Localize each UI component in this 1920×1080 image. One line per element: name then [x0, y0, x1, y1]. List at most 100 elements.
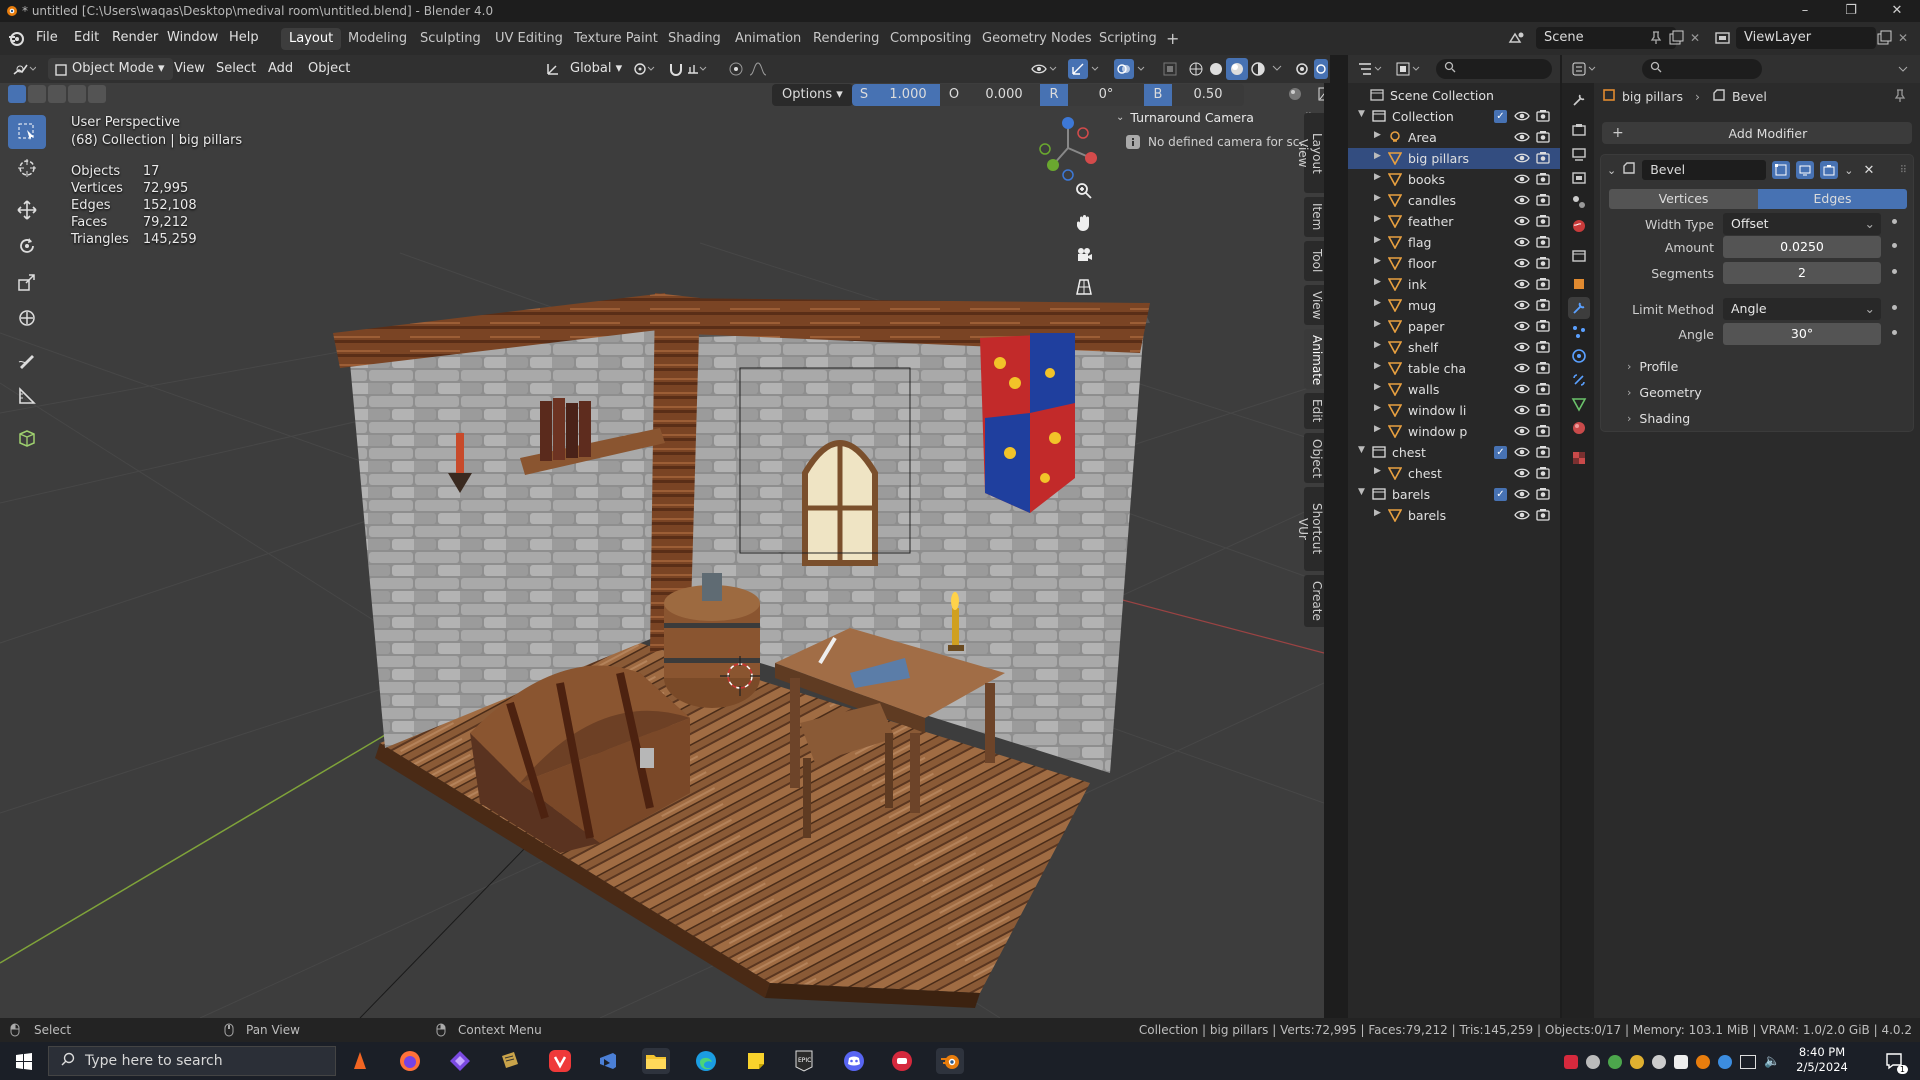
file-explorer-icon[interactable] — [642, 1048, 670, 1074]
outliner-object-row[interactable]: ▶ big pillars — [1348, 148, 1560, 169]
expand-right-icon[interactable]: ▶ — [1374, 130, 1381, 140]
cone-app-icon[interactable] — [346, 1048, 374, 1074]
tab-modeling[interactable]: Modeling — [340, 28, 415, 50]
shading-rendered-icon[interactable] — [1250, 61, 1266, 77]
outliner-object-row[interactable]: ▶ feather — [1348, 211, 1560, 232]
tray-blue-icon[interactable] — [1718, 1054, 1732, 1069]
outliner-object-row[interactable]: ▶ candles — [1348, 190, 1560, 211]
visibility-eye-icon[interactable] — [1514, 298, 1530, 315]
world-tab-icon[interactable] — [1568, 215, 1590, 237]
affect-edges-button[interactable]: Edges — [1758, 189, 1907, 209]
tab-compositing[interactable]: Compositing — [882, 28, 980, 50]
render-camera-icon[interactable] — [1536, 445, 1550, 462]
render-toggle-icon[interactable] — [1820, 161, 1839, 179]
shading-wireframe-icon[interactable] — [1188, 61, 1204, 77]
close-window-button[interactable]: ✕ — [1874, 0, 1920, 22]
physics-tab-icon[interactable] — [1568, 345, 1590, 367]
snap-icon[interactable] — [668, 61, 708, 77]
render-camera-icon[interactable] — [1536, 361, 1550, 378]
render-camera-icon[interactable] — [1536, 277, 1550, 294]
proportional-edit-icon[interactable] — [728, 61, 776, 77]
expand-right-icon[interactable]: ▶ — [1374, 298, 1381, 308]
render-camera-icon[interactable] — [1536, 235, 1550, 252]
particles-tab-icon[interactable] — [1568, 321, 1590, 343]
expand-right-icon[interactable]: ▶ — [1374, 361, 1381, 371]
viewport-render-icon[interactable] — [1314, 59, 1328, 79]
visibility-eye-icon[interactable] — [1514, 172, 1530, 189]
object-tab-icon[interactable] — [1568, 273, 1590, 295]
bevel-field[interactable]: 0.50 — [1172, 84, 1244, 106]
tool-tab-icon[interactable] — [1568, 89, 1590, 111]
render-camera-icon[interactable] — [1536, 487, 1550, 504]
modifiers-tab-icon[interactable] — [1568, 297, 1590, 319]
render-camera-icon[interactable] — [1536, 319, 1550, 336]
render-camera-icon[interactable] — [1536, 109, 1550, 126]
visibility-icon[interactable] — [1030, 61, 1060, 77]
visibility-eye-icon[interactable] — [1514, 382, 1530, 399]
pivot-point-icon[interactable] — [632, 61, 656, 77]
tray-app-icon[interactable] — [1674, 1054, 1688, 1069]
tab-geometry-nodes[interactable]: Geometry Nodes — [974, 28, 1100, 50]
render-camera-icon[interactable] — [1536, 298, 1550, 315]
expand-down-icon[interactable]: ▼ — [1358, 109, 1365, 119]
add-workspace-button[interactable]: + — [1158, 28, 1187, 50]
visibility-eye-icon[interactable] — [1514, 466, 1530, 483]
collapse-chevron-icon[interactable]: ⌄ — [1607, 164, 1616, 177]
edge-icon[interactable] — [692, 1048, 720, 1074]
windows-start-icon[interactable] — [10, 1048, 38, 1074]
visual-studio-icon[interactable] — [594, 1048, 622, 1074]
outliner-scene-collection[interactable]: Scene Collection — [1348, 85, 1560, 106]
select-subtract-button[interactable] — [48, 85, 66, 103]
exclude-checkbox[interactable]: ✓ — [1494, 110, 1507, 123]
keyframe-dot-icon[interactable] — [1892, 219, 1897, 224]
expand-right-icon[interactable]: ▶ — [1374, 256, 1381, 266]
navigation-gizmo[interactable] — [1033, 113, 1103, 183]
display-mode-icon[interactable] — [1396, 62, 1422, 76]
notes-app-icon[interactable] — [496, 1048, 524, 1074]
cursor-tool[interactable] — [8, 151, 46, 185]
tab-rendering[interactable]: Rendering — [805, 28, 887, 50]
select-box-tool[interactable] — [8, 115, 46, 149]
outliner-collection-row[interactable]: ▼ Collection ✓ — [1348, 106, 1560, 127]
visibility-eye-icon[interactable] — [1514, 193, 1530, 210]
expand-right-icon[interactable]: ▶ — [1374, 424, 1381, 434]
modifier-name-field[interactable]: Bevel — [1642, 160, 1767, 180]
clock[interactable]: 8:40 PM 2/5/2024 — [1790, 1045, 1854, 1075]
menu-help[interactable]: Help — [229, 30, 259, 45]
tab-sculpting[interactable]: Sculpting — [412, 28, 489, 50]
new-view-layer-icon[interactable] — [1876, 30, 1892, 46]
menu-window[interactable]: Window — [167, 30, 218, 45]
rotation-field[interactable]: 0° — [1068, 84, 1144, 106]
render-camera-icon[interactable] — [1536, 508, 1550, 525]
menu-render[interactable]: Render — [112, 30, 158, 45]
shading-material-icon[interactable] — [1226, 58, 1248, 80]
expand-right-icon[interactable]: ▶ — [1374, 151, 1381, 161]
limit-method-dropdown[interactable]: Angle ⌄ — [1723, 298, 1881, 320]
expand-right-icon[interactable]: ▶ — [1374, 277, 1381, 287]
visibility-eye-icon[interactable] — [1514, 340, 1530, 357]
sidebar-tab-object[interactable]: Object — [1304, 433, 1324, 483]
red-app-icon[interactable] — [888, 1048, 916, 1074]
gizmo-toggle-icon[interactable] — [1068, 59, 1104, 79]
visibility-eye-icon[interactable] — [1514, 130, 1530, 147]
notifications-icon[interactable]: 1 — [1880, 1048, 1908, 1074]
measure-tool[interactable] — [8, 379, 46, 413]
render-camera-icon[interactable] — [1536, 151, 1550, 168]
render-tab-icon[interactable] — [1568, 119, 1590, 141]
3d-viewport[interactable]: Options ▾ S 1.000 O 0.000 R 0° B 0.50 Us… — [0, 83, 1324, 1018]
visibility-eye-icon[interactable] — [1514, 424, 1530, 441]
select-extend-button[interactable] — [28, 85, 46, 103]
render-camera-icon[interactable] — [1536, 403, 1550, 420]
tray-red-icon[interactable] — [1564, 1054, 1578, 1069]
sticky-notes-icon[interactable] — [742, 1048, 770, 1074]
viewport-toggle-icon[interactable] — [1796, 161, 1815, 179]
menu-add[interactable]: Add — [260, 58, 301, 80]
sidebar-tab-animate[interactable]: Animate — [1304, 329, 1324, 389]
image-preview-icon[interactable] — [1318, 87, 1324, 101]
render-camera-icon[interactable] — [1536, 466, 1550, 483]
zoom-icon[interactable] — [1070, 177, 1098, 205]
pan-hand-icon[interactable] — [1070, 209, 1098, 237]
outliner-object-row[interactable]: ▶ barels — [1348, 505, 1560, 526]
exclude-checkbox[interactable]: ✓ — [1494, 488, 1507, 501]
sidebar-tab-create[interactable]: Create — [1304, 575, 1324, 627]
